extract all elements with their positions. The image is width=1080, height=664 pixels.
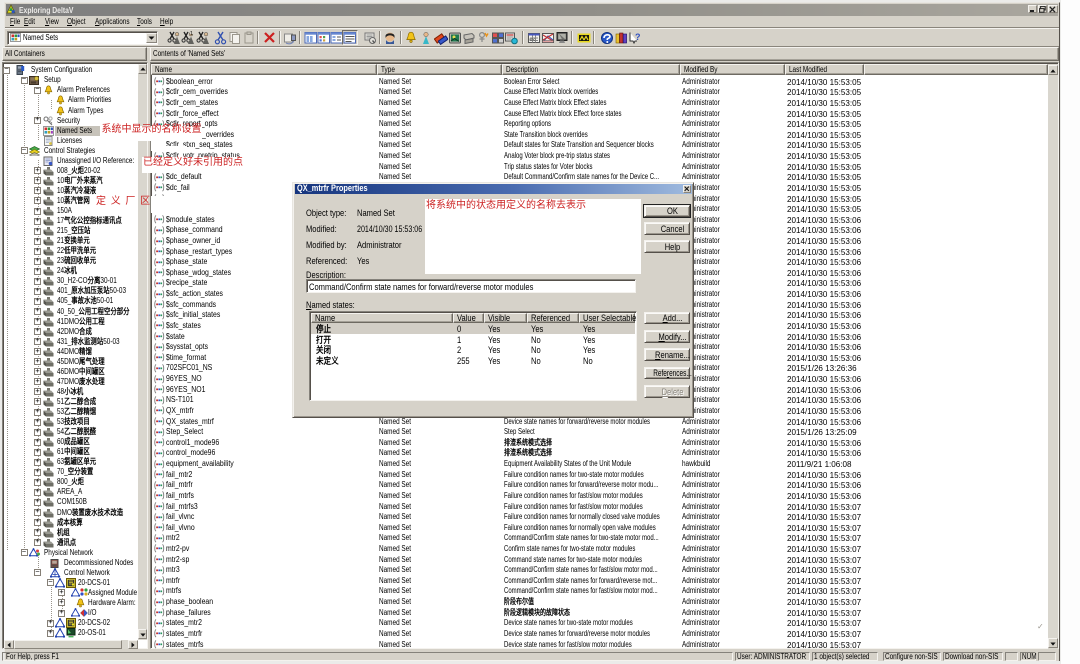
svg-text:abc: abc (529, 36, 535, 41)
svg-text:1: 1 (190, 31, 193, 37)
svg-text:?: ? (635, 32, 641, 42)
